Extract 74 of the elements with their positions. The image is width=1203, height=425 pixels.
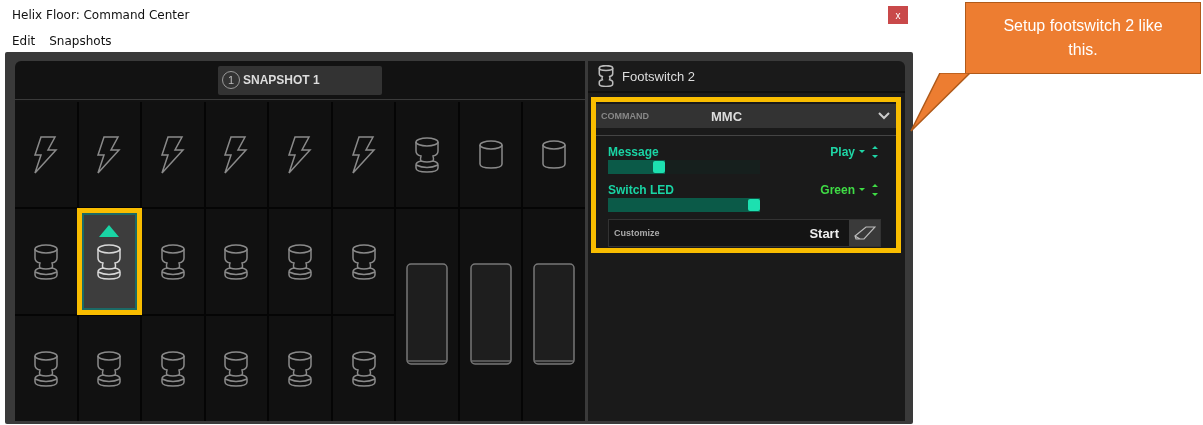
window-title: Helix Floor: Command Center	[12, 8, 191, 22]
chevron-down-icon	[878, 112, 890, 120]
lightning-icon	[223, 134, 250, 175]
footswitch-cell[interactable]	[142, 209, 204, 314]
cylinder-icon	[541, 139, 568, 170]
footswitch-cell[interactable]	[15, 316, 77, 421]
slider[interactable]	[608, 198, 760, 212]
slider[interactable]	[608, 160, 760, 174]
footswitch-cell[interactable]	[523, 209, 585, 421]
footswitch-cell[interactable]	[269, 102, 331, 207]
footswitch-cell[interactable]	[396, 209, 458, 421]
snapshot-button[interactable]: 1 SNAPSHOT 1	[218, 65, 382, 95]
footswitch-icon	[287, 243, 313, 280]
footswitch-icon	[350, 350, 377, 387]
expression-pedal-icon	[533, 263, 576, 367]
eraser-button[interactable]	[849, 220, 880, 246]
customize-field[interactable]: Customize Start	[608, 219, 881, 247]
footswitch-icon	[223, 243, 250, 280]
footswitch-cell[interactable]	[269, 209, 331, 314]
footswitch-cell[interactable]	[78, 102, 141, 207]
panel-title: Footswitch 2	[622, 68, 695, 84]
close-button[interactable]: x	[888, 6, 908, 24]
footswitch-cell[interactable]	[332, 102, 395, 207]
footswitch-icon	[350, 243, 377, 280]
menu-item[interactable]: Edit	[12, 34, 36, 48]
customize-value: Start	[809, 225, 840, 241]
parameter-value[interactable]: Green	[820, 183, 855, 197]
menu-item[interactable]: Snapshots	[49, 34, 112, 48]
command-dropdown[interactable]: COMMAND MMC	[596, 104, 896, 128]
footswitch-cell[interactable]	[459, 209, 522, 421]
lightning-icon	[287, 134, 313, 175]
slider-thumb[interactable]	[748, 199, 760, 211]
footswitch-cell[interactable]	[523, 102, 585, 207]
footswitch-cell[interactable]	[78, 316, 141, 421]
footswitch-icon	[287, 350, 313, 387]
callout-text: Setup footswitch 2 like this.	[1002, 16, 1164, 60]
customize-label: Customize	[613, 228, 661, 238]
parameter-label: Message	[608, 145, 660, 159]
footswitch-cell[interactable]	[15, 209, 77, 314]
footswitch-icon	[96, 350, 123, 387]
footswitch-cell[interactable]	[269, 316, 331, 421]
parameter-label: Switch LED	[608, 183, 675, 197]
footswitch-icon	[159, 243, 186, 280]
expression-pedal-icon	[469, 263, 512, 367]
footswitch-cell[interactable]	[459, 102, 522, 207]
footswitch-cell[interactable]	[142, 316, 204, 421]
footswitch-icon	[32, 243, 59, 280]
footswitch-icon	[414, 136, 441, 173]
footswitch-icon	[159, 350, 186, 387]
command-label: COMMAND	[601, 111, 650, 121]
lightning-icon	[159, 134, 186, 175]
triangle-icon	[99, 225, 120, 237]
footswitch-icon	[223, 350, 250, 387]
footswitch-icon	[32, 350, 59, 387]
footswitch-cell[interactable]	[205, 316, 268, 421]
footswitch-cell[interactable]	[15, 102, 77, 207]
lightning-icon	[96, 134, 123, 175]
lightning-icon	[32, 134, 59, 175]
cylinder-icon	[477, 139, 504, 170]
footswitch-cell[interactable]	[332, 316, 395, 421]
eraser-icon	[853, 226, 876, 240]
lightning-icon	[350, 134, 377, 175]
footswitch-icon	[598, 65, 614, 87]
footswitch-cell[interactable]	[205, 102, 268, 207]
footswitch-icon	[96, 243, 123, 280]
footswitch-cell[interactable]	[332, 209, 395, 314]
footswitch-cell[interactable]	[142, 102, 204, 207]
expression-pedal-icon	[406, 263, 449, 367]
parameter-value[interactable]: Play	[830, 145, 855, 159]
command-value: MMC	[711, 108, 744, 124]
footswitch-cell[interactable]	[205, 209, 268, 314]
footswitch-cell[interactable]	[396, 102, 458, 207]
spinner-icon[interactable]	[857, 182, 881, 198]
spinner-icon[interactable]	[857, 144, 881, 160]
